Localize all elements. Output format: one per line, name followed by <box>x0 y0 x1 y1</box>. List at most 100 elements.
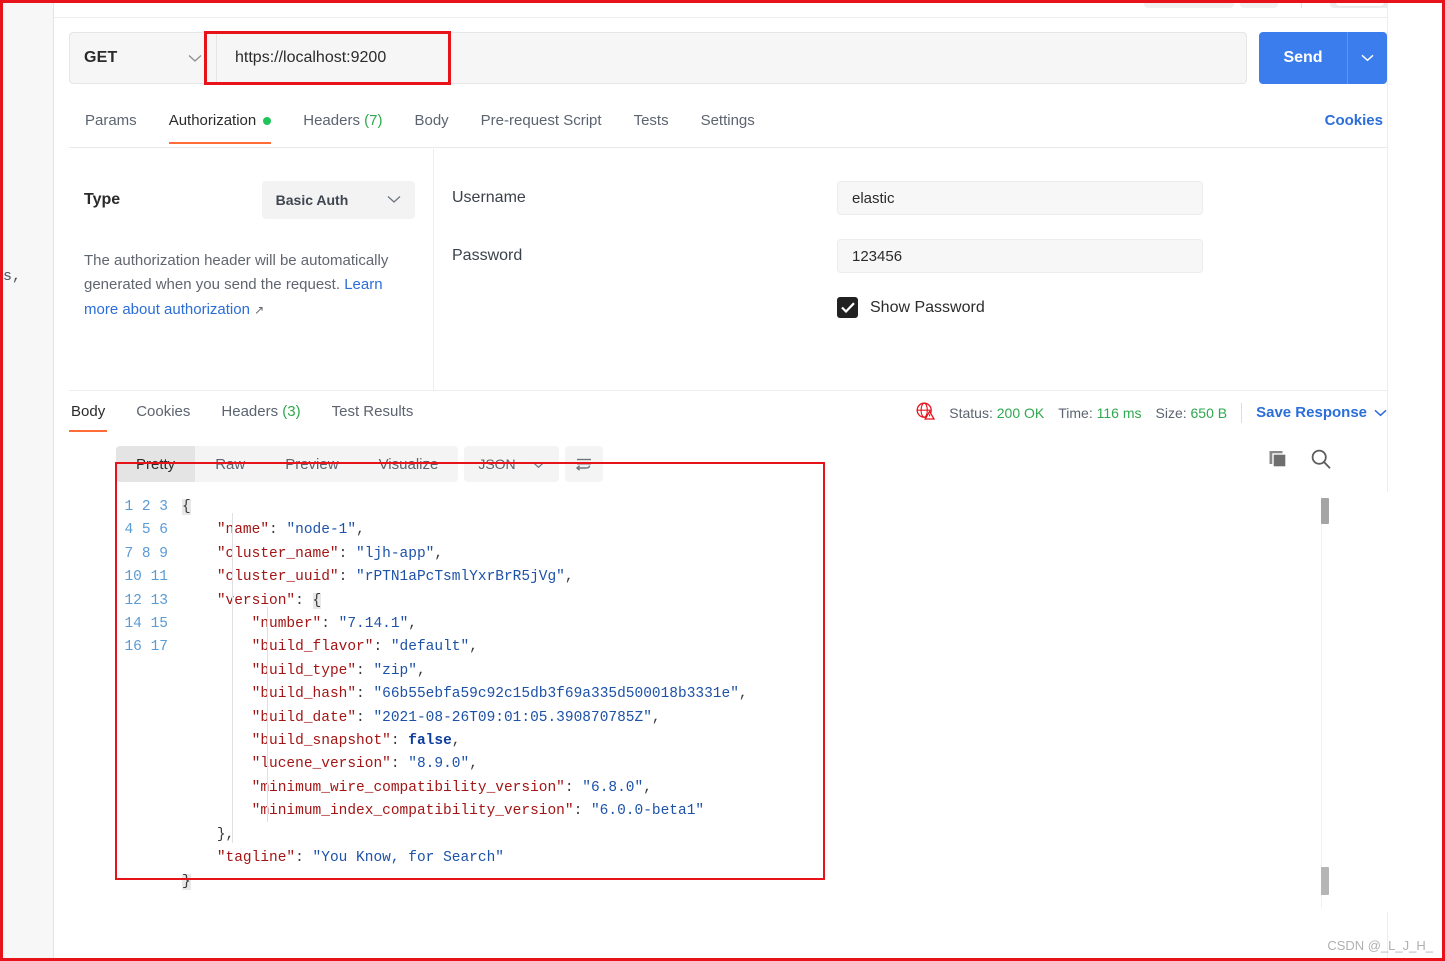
tab-headers[interactable]: Headers (7) <box>287 106 398 144</box>
auth-type-column: Type Basic Auth The authorization header… <box>69 149 434 390</box>
username-label: Username <box>452 189 526 206</box>
response-scrollbar-thumb-bottom[interactable] <box>1321 867 1329 895</box>
copy-icon[interactable] <box>1268 448 1290 470</box>
status-label-text: Status: <box>949 404 993 421</box>
left-sidebar-rail: s, <box>3 0 54 961</box>
response-tab-cookies[interactable]: Cookies <box>134 393 192 432</box>
response-tabs-row: Body Cookies Headers (3) Test Results St… <box>69 390 1387 434</box>
code-line: "cluster_name": "ljh-app", <box>216 545 444 562</box>
code-line: "number": "7.14.1", <box>251 616 417 633</box>
time-value: 116 ms <box>1096 404 1142 421</box>
code-line: }, <box>216 826 235 843</box>
username-row: Username <box>452 181 1387 215</box>
code-line: { <box>182 499 191 515</box>
wrap-lines-icon <box>575 458 591 471</box>
view-visualize[interactable]: Visualize <box>359 446 459 482</box>
response-view-segmented-control: Pretty Raw Preview Visualize <box>116 446 459 482</box>
response-format-value: JSON <box>478 456 516 472</box>
code-line: "version": { <box>216 592 322 609</box>
check-icon <box>840 302 855 313</box>
tab-authorization-label: Authorization <box>168 112 257 129</box>
code-line: "name": "node-1", <box>216 522 365 539</box>
search-icon[interactable] <box>1310 448 1332 470</box>
response-tab-headers-label: Headers <box>221 403 279 420</box>
code-line-numbers: 1 2 3 4 5 6 7 8 9 10 11 12 13 14 15 16 1… <box>124 499 168 656</box>
wrap-lines-button[interactable] <box>564 446 603 482</box>
top-ghost-control-4[interactable] <box>1335 0 1385 7</box>
code-line: "cluster_uuid": "rPTN1aPcTsmlYxrBrR5jVg"… <box>216 569 574 586</box>
code-line: "lucene_version": "8.9.0", <box>251 756 478 773</box>
tab-params-label: Params <box>85 112 137 129</box>
top-toolbar-strip <box>54 0 1396 18</box>
left-edge-cut-text: s, <box>3 268 22 285</box>
external-link-arrow-icon: ↗ <box>254 302 265 317</box>
password-input[interactable] <box>837 239 1203 273</box>
status-divider <box>1241 402 1243 423</box>
cookies-link[interactable]: Cookies <box>1321 106 1387 135</box>
response-tab-headers[interactable]: Headers (3) <box>219 393 302 432</box>
auth-credentials-column: Username Password Show Password <box>434 149 1387 390</box>
fold-guide-level-1 <box>232 513 233 843</box>
size-label: Size: 650 B <box>1156 405 1228 421</box>
request-tabs: Params Authorization Headers (7) Body Pr… <box>69 106 1387 148</box>
url-input[interactable]: https://localhost:9200 <box>217 32 1247 84</box>
tab-pre-request-script[interactable]: Pre-request Script <box>465 106 618 144</box>
chevron-down-icon <box>532 456 545 472</box>
view-preview[interactable]: Preview <box>265 446 358 482</box>
tab-authorization[interactable]: Authorization <box>153 106 288 144</box>
ssl-warning-globe-icon[interactable] <box>916 402 936 424</box>
response-scrollbar-thumb-top[interactable] <box>1321 498 1329 524</box>
tab-params[interactable]: Params <box>69 106 153 144</box>
response-tab-body-label: Body <box>71 403 106 420</box>
tab-tests-label: Tests <box>633 112 669 129</box>
send-button-group: Send <box>1259 32 1387 84</box>
view-pretty[interactable]: Pretty <box>116 446 196 482</box>
auth-type-value: Basic Auth <box>275 192 349 208</box>
code-line: "tagline": "You Know, for Search" <box>216 850 504 867</box>
tab-body-label: Body <box>414 112 449 129</box>
view-raw[interactable]: Raw <box>195 446 265 482</box>
username-input[interactable] <box>837 181 1203 215</box>
save-response-button[interactable]: Save Response <box>1256 404 1387 421</box>
auth-type-select[interactable]: Basic Auth <box>261 181 415 219</box>
show-password-row: Show Password <box>837 297 1387 318</box>
tab-tests[interactable]: Tests <box>618 106 685 144</box>
status-value: 200 OK <box>996 404 1045 421</box>
url-text: https://localhost:9200 <box>235 49 387 66</box>
tab-headers-label: Headers <box>303 112 360 129</box>
chevron-down-icon <box>387 191 401 209</box>
code-line: } <box>182 873 191 890</box>
request-pane: GET https://localhost:9200 Send Params A… <box>54 18 1426 918</box>
response-tab-test-results-label: Test Results <box>331 403 414 420</box>
status-label: Status: 200 OK <box>949 405 1044 421</box>
auth-type-label: Type <box>84 191 121 208</box>
size-label-text: Size: <box>1155 404 1187 421</box>
code-line: "build_date": "2021-08-26T09:01:05.39087… <box>251 709 661 726</box>
top-ghost-control-2[interactable] <box>1240 0 1278 8</box>
response-format-toolbar: Pretty Raw Preview Visualize JSON <box>116 446 603 482</box>
time-label-text: Time: <box>1058 404 1093 421</box>
tab-body[interactable]: Body <box>398 106 464 144</box>
top-ghost-control-1[interactable] <box>1144 0 1234 8</box>
tab-headers-count: (7) <box>364 112 383 129</box>
watermark: CSDN @_L_J_H_ <box>1327 938 1433 953</box>
send-options-chevron-down-icon[interactable] <box>1347 32 1387 84</box>
response-format-select[interactable]: JSON <box>464 446 559 482</box>
response-scrollbar-track[interactable] <box>1321 496 1329 908</box>
show-password-checkbox[interactable] <box>837 297 858 318</box>
send-button[interactable]: Send <box>1259 32 1347 84</box>
save-response-label: Save Response <box>1256 404 1367 421</box>
response-tab-body[interactable]: Body <box>69 393 108 432</box>
time-label: Time: 116 ms <box>1058 405 1141 421</box>
password-label: Password <box>452 247 523 264</box>
chevron-down-icon <box>1374 404 1387 421</box>
auth-active-dot-icon <box>263 117 272 126</box>
http-method-selector[interactable]: GET <box>69 32 217 84</box>
tab-settings[interactable]: Settings <box>685 106 771 144</box>
top-divider <box>1301 0 1302 8</box>
code-line: "minimum_wire_compatibility_version": "6… <box>251 779 652 796</box>
chevron-down-icon <box>188 52 202 65</box>
response-tab-cookies-label: Cookies <box>136 403 191 420</box>
authorization-panel: Type Basic Auth The authorization header… <box>69 149 1387 390</box>
response-tab-test-results[interactable]: Test Results <box>330 393 416 432</box>
